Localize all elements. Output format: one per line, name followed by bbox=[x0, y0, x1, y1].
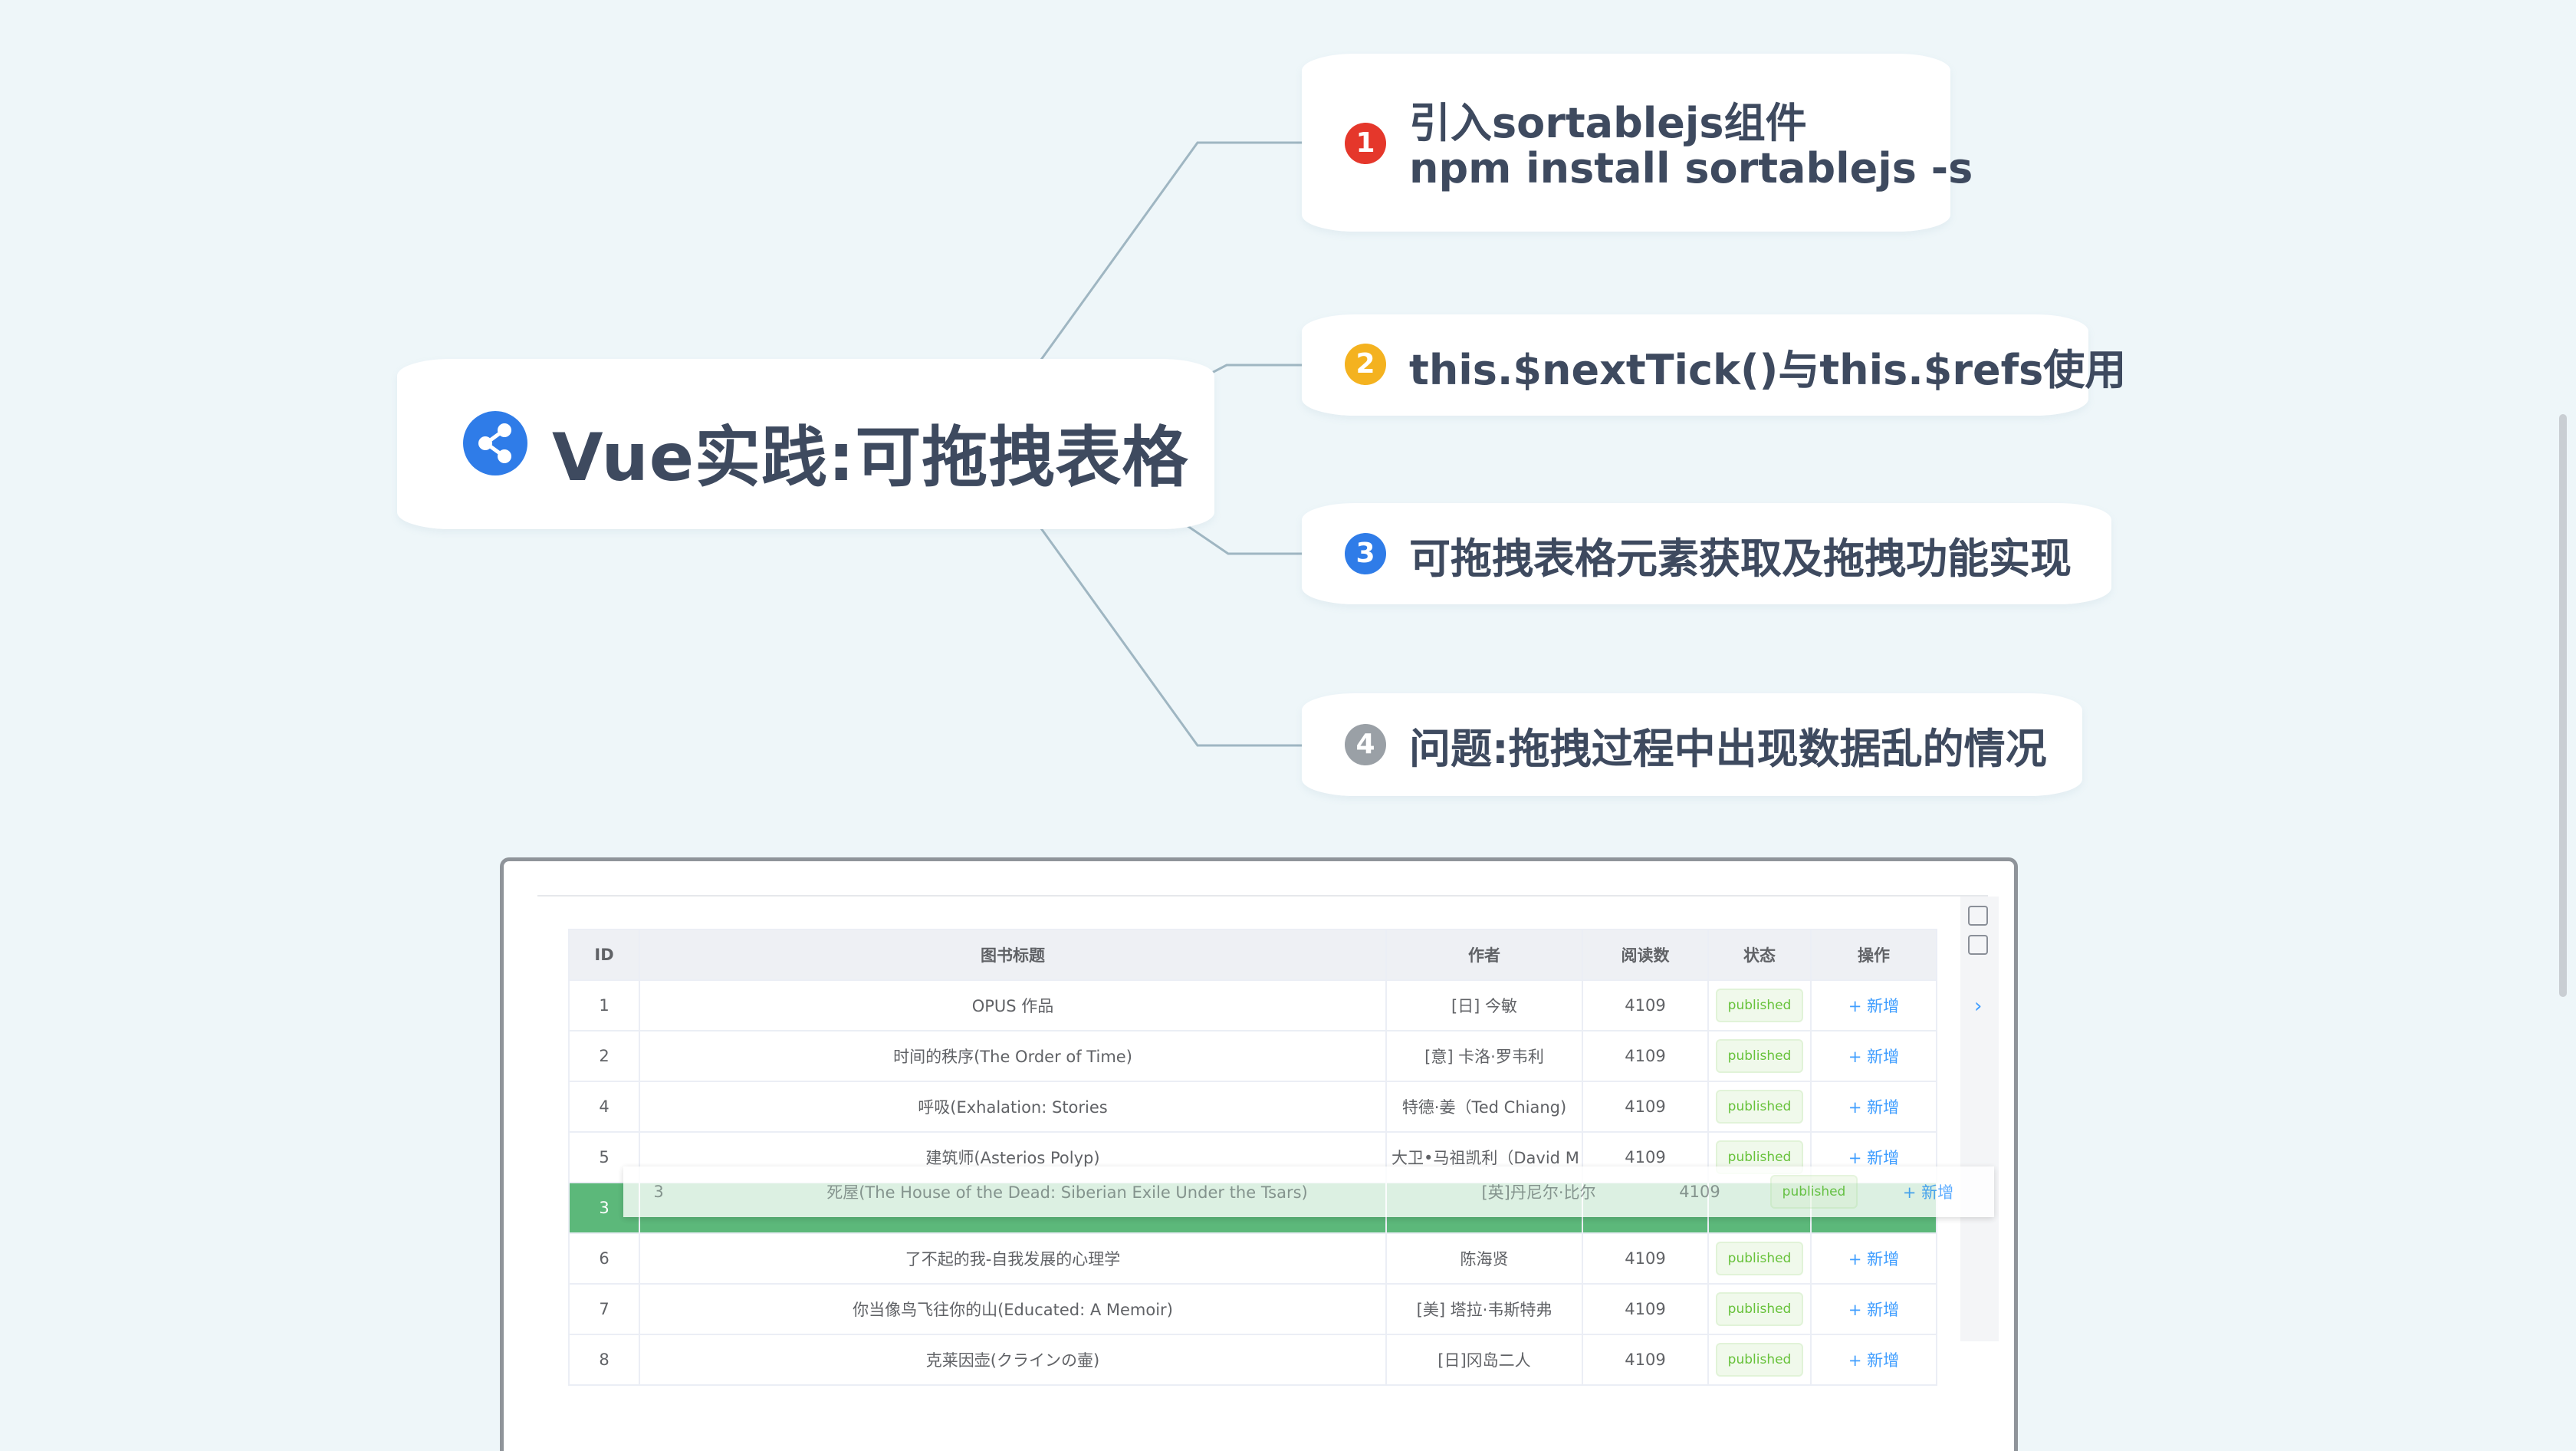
cell-status: published bbox=[1707, 1232, 1812, 1285]
branch-node-2[interactable]: 2 this.$nextTick()与this.$refs使用 bbox=[1302, 314, 2126, 416]
branch-node-1[interactable]: 1 引入sortablejs组件 npm install sortablejs … bbox=[1302, 54, 1973, 232]
branch-4-label: 问题:拖拽过程中出现数据乱的情况 bbox=[1409, 725, 2047, 773]
cell-actions: + 新增 bbox=[1810, 979, 1937, 1031]
branch-1-line-2: npm install sortablejs -s bbox=[1409, 144, 1973, 192]
header-reads[interactable]: 阅读数 bbox=[1582, 929, 1709, 981]
cell-status: published bbox=[1707, 1283, 1812, 1335]
table-row[interactable]: 8 克莱因壶(クラインの壷) [日]冈岛二人 4109 published + … bbox=[568, 1334, 1937, 1386]
cell-author: 特德·姜（Ted Chiang) bbox=[1385, 1081, 1583, 1133]
table-row[interactable]: 4 呼吸(Exhalation: Stories 特德·姜（Ted Chiang… bbox=[568, 1081, 1937, 1133]
add-button[interactable]: + 新增 bbox=[1848, 997, 1899, 1015]
number-badge-4: 4 bbox=[1345, 724, 1386, 765]
share-icon bbox=[463, 411, 527, 475]
cell-title: 你当像鸟飞往你的山(Educated: A Memoir) bbox=[639, 1283, 1387, 1335]
status-badge: published bbox=[1715, 1343, 1804, 1377]
cell-reads: 4109 bbox=[1582, 1030, 1709, 1082]
add-button[interactable]: + 新增 bbox=[1848, 1351, 1899, 1370]
chevron-right-icon[interactable]: › bbox=[1974, 995, 1982, 1018]
number-badge-1: 1 bbox=[1345, 123, 1386, 164]
cell-title: 克莱因壶(クラインの壷) bbox=[639, 1334, 1387, 1386]
root-node[interactable]: Vue实践:可拖拽表格 bbox=[397, 359, 1214, 529]
cell-reads: 4109 bbox=[1582, 979, 1709, 1031]
add-button[interactable]: + 新增 bbox=[1848, 1250, 1899, 1268]
table-row[interactable]: 2 时间的秩序(The Order of Time) [意] 卡洛·罗韦利 41… bbox=[568, 1030, 1937, 1082]
cell-reads: 4109 bbox=[1582, 1334, 1709, 1386]
number-badge-2: 2 bbox=[1345, 344, 1386, 385]
status-badge: published bbox=[1715, 1292, 1804, 1326]
add-button[interactable]: + 新增 bbox=[1848, 1149, 1899, 1167]
cell-actions: + 新增 bbox=[1810, 1334, 1937, 1386]
status-badge: published bbox=[1769, 1175, 1858, 1209]
ghost-title: 死屋(The House of the Dead: Siberian Exile… bbox=[826, 1183, 1308, 1202]
root-title: Vue实践:可拖拽表格 bbox=[552, 420, 1189, 496]
status-badge: published bbox=[1715, 1090, 1804, 1124]
divider bbox=[537, 895, 1988, 897]
side-toolbar: › bbox=[1960, 897, 1999, 1341]
play-tool-icon[interactable] bbox=[1968, 935, 1988, 955]
table-screenshot-panel: › ID 图书标题 作者 阅读数 状态 操作 1 OPUS 作品 [日] 今敏 … bbox=[500, 857, 2018, 1451]
number-badge-3: 3 bbox=[1345, 533, 1386, 574]
cell-reads: 4109 bbox=[1582, 1283, 1709, 1335]
cell-id: 4 bbox=[568, 1081, 640, 1133]
cell-status: published bbox=[1707, 1081, 1812, 1133]
cell-reads: 4109 bbox=[1582, 1081, 1709, 1133]
cell-author: [美] 塔拉·韦斯特弗 bbox=[1385, 1283, 1583, 1335]
header-id[interactable]: ID bbox=[568, 929, 640, 981]
cell-author: [日]冈岛二人 bbox=[1385, 1334, 1583, 1386]
add-button[interactable]: + 新增 bbox=[1848, 1301, 1899, 1319]
cell-title: 时间的秩序(The Order of Time) bbox=[639, 1030, 1387, 1082]
header-status[interactable]: 状态 bbox=[1707, 929, 1812, 981]
cell-author: [意] 卡洛·罗韦利 bbox=[1385, 1030, 1583, 1082]
cell-actions: + 新增 bbox=[1810, 1081, 1937, 1133]
page-scrollbar[interactable] bbox=[2559, 414, 2567, 997]
ghost-status-cell: published bbox=[1763, 1175, 1865, 1209]
cell-actions: + 新增 bbox=[1810, 1030, 1937, 1082]
cell-status: published bbox=[1707, 1334, 1812, 1386]
table-header-row: ID 图书标题 作者 阅读数 状态 操作 bbox=[568, 929, 1937, 981]
ghost-author: [英]丹尼尔·比尔 bbox=[1481, 1183, 1596, 1202]
cell-title: 了不起的我-自我发展的心理学 bbox=[639, 1232, 1387, 1285]
add-button[interactable]: + 新增 bbox=[1848, 1098, 1899, 1117]
ghost-reads: 4109 bbox=[1679, 1183, 1720, 1201]
cell-id: 2 bbox=[568, 1030, 640, 1082]
ghost-add-button: + 新增 bbox=[1902, 1183, 1954, 1202]
add-button[interactable]: + 新增 bbox=[1848, 1048, 1899, 1066]
cell-id: 7 bbox=[568, 1283, 640, 1335]
status-badge: published bbox=[1715, 1039, 1804, 1073]
branch-3-label: 可拖拽表格元素获取及拖拽功能实现 bbox=[1409, 535, 2072, 583]
header-author[interactable]: 作者 bbox=[1385, 929, 1583, 981]
branch-1-line-1: 引入sortablejs组件 bbox=[1409, 99, 1807, 147]
cell-actions: + 新增 bbox=[1810, 1232, 1937, 1285]
branch-2-label: this.$nextTick()与this.$refs使用 bbox=[1409, 346, 2127, 394]
table-row[interactable]: 7 你当像鸟飞往你的山(Educated: A Memoir) [美] 塔拉·韦… bbox=[568, 1283, 1937, 1335]
cell-title: OPUS 作品 bbox=[639, 979, 1387, 1031]
cell-reads: 4109 bbox=[1582, 1232, 1709, 1285]
status-badge: published bbox=[1715, 1242, 1804, 1275]
dragging-row-ghost[interactable]: 3 死屋(The House of the Dead: Siberian Exi… bbox=[623, 1166, 1994, 1217]
table-row[interactable]: 1 OPUS 作品 [日] 今敏 4109 published + 新增 bbox=[568, 979, 1937, 1031]
cell-id: 8 bbox=[568, 1334, 640, 1386]
cell-title: 呼吸(Exhalation: Stories bbox=[639, 1081, 1387, 1133]
cell-actions: + 新增 bbox=[1810, 1283, 1937, 1335]
cell-status: published bbox=[1707, 1030, 1812, 1082]
cell-author: [日] 今敏 bbox=[1385, 979, 1583, 1031]
cell-id: 6 bbox=[568, 1232, 640, 1285]
status-badge: published bbox=[1715, 989, 1804, 1022]
connector-1 bbox=[1033, 141, 1302, 369]
ghost-id: 3 bbox=[653, 1183, 664, 1201]
branch-node-4[interactable]: 4 问题:拖拽过程中出现数据乱的情况 bbox=[1302, 693, 2082, 796]
book-table: ID 图书标题 作者 阅读数 状态 操作 1 OPUS 作品 [日] 今敏 41… bbox=[568, 929, 1937, 1386]
header-title[interactable]: 图书标题 bbox=[639, 929, 1387, 981]
header-actions[interactable]: 操作 bbox=[1810, 929, 1937, 981]
cell-author: 陈海贤 bbox=[1385, 1232, 1583, 1285]
cell-status: published bbox=[1707, 979, 1812, 1031]
table-row[interactable]: 6 了不起的我-自我发展的心理学 陈海贤 4109 published + 新增 bbox=[568, 1232, 1937, 1285]
cell-id: 1 bbox=[568, 979, 640, 1031]
select-tool-icon[interactable] bbox=[1968, 906, 1988, 926]
branch-node-3[interactable]: 3 可拖拽表格元素获取及拖拽功能实现 bbox=[1302, 503, 2111, 604]
